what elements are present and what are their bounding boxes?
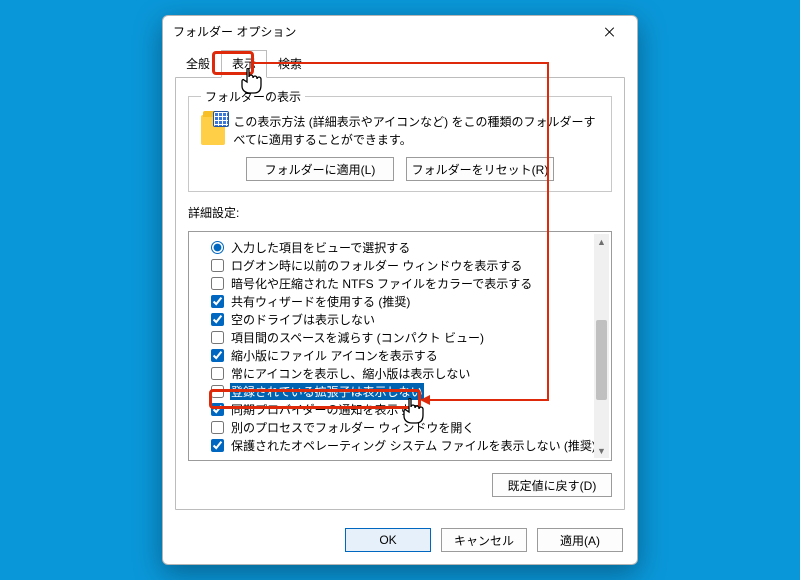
checkbox-input[interactable] [211,421,224,434]
advanced-item[interactable]: 登録されている拡張子は表示しない [211,382,607,400]
checkbox-input[interactable] [211,331,224,344]
advanced-item[interactable]: 入力した項目をビューで選択する [211,238,607,256]
checkbox-input[interactable] [211,277,224,290]
advanced-item-label: 暗号化や圧縮された NTFS ファイルをカラーで表示する [230,275,533,292]
scroll-down-button[interactable]: ▼ [594,443,609,458]
checkbox-input[interactable] [211,259,224,272]
advanced-item-label: 共有ウィザードを使用する (推奨) [230,293,411,310]
advanced-item-label: 登録されている拡張子は表示しない [230,383,424,400]
reset-folders-button[interactable]: フォルダーをリセット(R) [406,157,554,181]
ok-button[interactable]: OK [345,528,431,552]
advanced-settings-label: 詳細設定: [188,204,612,221]
tab-general[interactable]: 全般 [175,50,221,78]
folder-view-legend: フォルダーの表示 [201,88,305,105]
close-button[interactable] [593,19,627,45]
checkbox-input[interactable] [211,403,224,416]
advanced-item[interactable]: 別のプロセスでフォルダー ウィンドウを開く [211,418,607,436]
scroll-up-button[interactable]: ▲ [594,234,609,249]
apply-to-folders-button[interactable]: フォルダーに適用(L) [246,157,394,181]
advanced-item[interactable]: 縮小版にファイル アイコンを表示する [211,346,607,364]
details-overlay-icon [213,111,229,127]
advanced-item-label: 縮小版にファイル アイコンを表示する [230,347,439,364]
window-title: フォルダー オプション [173,23,296,40]
advanced-item-label: 保護されたオペレーティング システム ファイルを表示しない (推奨) [230,437,597,454]
advanced-item-label: 別のプロセスでフォルダー ウィンドウを開く [230,419,475,436]
tab-search[interactable]: 検索 [267,50,313,78]
advanced-settings-box: 入力した項目をビューで選択するログオン時に以前のフォルダー ウィンドウを表示する… [188,231,612,461]
folder-view-desc: この表示方法 (詳細表示やアイコンなど) をこの種類のフォルダーすべてに適用する… [233,113,599,149]
advanced-item[interactable]: 保護されたオペレーティング システム ファイルを表示しない (推奨) [211,436,607,454]
radio-input[interactable] [211,241,224,254]
folder-icon [201,115,225,145]
folder-view-group: フォルダーの表示 この表示方法 (詳細表示やアイコンなど) をこの種類のフォルダ… [188,88,612,192]
advanced-item[interactable]: ログオン時に以前のフォルダー ウィンドウを表示する [211,256,607,274]
tab-strip: 全般 表示 検索 [163,49,637,77]
advanced-item-label: 空のドライブは表示しない [230,311,376,328]
apply-button[interactable]: 適用(A) [537,528,623,552]
advanced-item-label: 同期プロバイダーの通知を表示する [230,401,424,418]
advanced-item[interactable]: 共有ウィザードを使用する (推奨) [211,292,607,310]
advanced-item[interactable]: 同期プロバイダーの通知を表示する [211,400,607,418]
advanced-item[interactable]: 空のドライブは表示しない [211,310,607,328]
tab-panel: フォルダーの表示 この表示方法 (詳細表示やアイコンなど) をこの種類のフォルダ… [175,77,625,510]
advanced-item-label: ログオン時に以前のフォルダー ウィンドウを表示する [230,257,523,274]
scroll-thumb[interactable] [596,320,607,400]
checkbox-input[interactable] [211,349,224,362]
folder-options-dialog: フォルダー オプション 全般 表示 検索 フォルダーの表示 この表示方法 (詳細… [162,15,638,565]
checkbox-input[interactable] [211,367,224,380]
cancel-button[interactable]: キャンセル [441,528,527,552]
checkbox-input[interactable] [211,439,224,452]
advanced-item[interactable]: 暗号化や圧縮された NTFS ファイルをカラーで表示する [211,274,607,292]
advanced-item[interactable]: 常にアイコンを表示し、縮小版は表示しない [211,364,607,382]
checkbox-input[interactable] [211,313,224,326]
restore-defaults-button[interactable]: 既定値に戻す(D) [492,473,612,497]
advanced-item[interactable]: 項目間のスペースを減らす (コンパクト ビュー) [211,328,607,346]
advanced-item-label: 入力した項目をビューで選択する [230,239,411,256]
checkbox-input[interactable] [211,295,224,308]
advanced-item-label: 項目間のスペースを減らす (コンパクト ビュー) [230,329,485,346]
tab-view[interactable]: 表示 [221,50,267,78]
scrollbar[interactable]: ▲ ▼ [594,234,609,458]
close-icon [605,27,615,37]
advanced-settings-list[interactable]: 入力した項目をビューで選択するログオン時に以前のフォルダー ウィンドウを表示する… [189,232,611,460]
dialog-footer: OK キャンセル 適用(A) [163,520,637,564]
titlebar: フォルダー オプション [163,16,637,47]
advanced-item-label: 常にアイコンを表示し、縮小版は表示しない [230,365,471,382]
checkbox-input[interactable] [211,385,224,398]
